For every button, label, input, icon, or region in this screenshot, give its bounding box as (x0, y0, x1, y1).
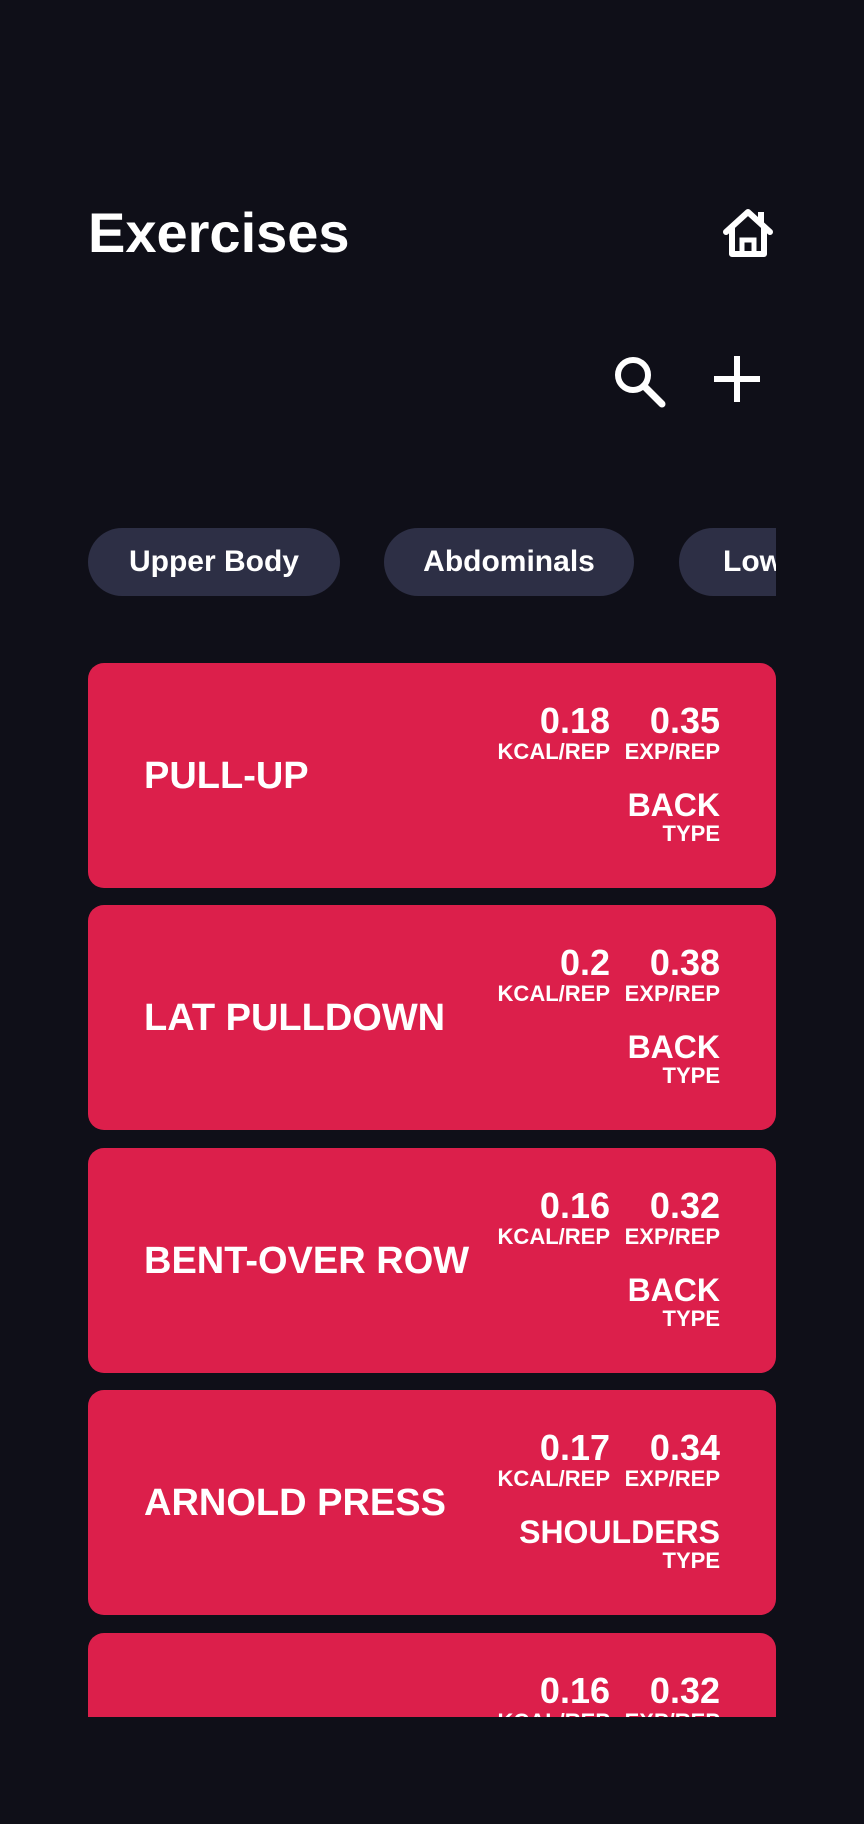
type-label: TYPE (662, 1063, 720, 1088)
exp-label: EXP/REP (624, 739, 720, 764)
type-stat: BACK TYPE (628, 1272, 720, 1330)
kcal-label: KCAL/REP (497, 739, 610, 764)
exercise-list: PULL-UP 0.18 KCAL/REP 0.35 EXP/REP BACK … (88, 663, 776, 1717)
exp-stat: 0.35 EXP/REP (625, 701, 720, 763)
exp-label: EXP/REP (624, 1466, 720, 1491)
kcal-label: KCAL/REP (497, 1224, 610, 1249)
kcal-label: KCAL/REP (497, 981, 610, 1006)
kcal-stat: 0.17 KCAL/REP (498, 1428, 610, 1490)
plus-icon[interactable] (712, 354, 762, 404)
kcal-label: KCAL/REP (498, 1711, 610, 1718)
chip-upper-body[interactable]: Upper Body (88, 528, 340, 596)
page-title: Exercises (88, 201, 350, 264)
exercise-card[interactable]: LAT PULLDOWN 0.2 KCAL/REP 0.38 EXP/REP B… (88, 905, 776, 1130)
kcal-stat: 0.16 KCAL/REP (498, 1670, 610, 1718)
kcal-stat: 0.2 KCAL/REP (498, 943, 610, 1005)
exp-stat: 0.34 EXP/REP (625, 1428, 720, 1490)
type-label: TYPE (662, 821, 720, 846)
kcal-value: 0.16 (539, 1670, 610, 1711)
kcal-label: KCAL/REP (497, 1466, 610, 1491)
type-stat: BACK TYPE (628, 1029, 720, 1087)
exp-label: EXP/REP (625, 1711, 720, 1718)
exp-value: 0.34 (649, 1427, 720, 1468)
type-label: TYPE (662, 1306, 720, 1331)
type-stat: BACK TYPE (628, 787, 720, 845)
exp-value: 0.32 (649, 1670, 720, 1711)
exercise-name: ARNOLD PRESS (144, 1481, 446, 1524)
exp-label: EXP/REP (624, 1224, 720, 1249)
chip-lower-body[interactable]: Low (679, 528, 776, 596)
type-stat: SHOULDERS TYPE (519, 1514, 720, 1572)
exercise-name: BENT-OVER ROW (144, 1239, 470, 1282)
exp-stat: 0.32 EXP/REP (625, 1670, 720, 1718)
search-icon[interactable] (612, 354, 666, 408)
kcal-stat: 0.16 KCAL/REP (498, 1186, 610, 1248)
exercise-name (144, 1633, 474, 1717)
exp-stat: 0.38 EXP/REP (625, 943, 720, 1005)
exp-stat: 0.32 EXP/REP (625, 1186, 720, 1248)
exp-value: 0.35 (649, 700, 720, 741)
type-value: BACK (627, 1272, 720, 1308)
exercise-card[interactable]: BENT-OVER ROW 0.16 KCAL/REP 0.32 EXP/REP… (88, 1148, 776, 1373)
kcal-value: 0.2 (559, 942, 610, 983)
exercise-name: PULL-UP (144, 754, 309, 797)
exercise-card[interactable]: 0.16 KCAL/REP 0.32 EXP/REP (88, 1633, 776, 1717)
kcal-value: 0.16 (539, 1185, 610, 1226)
exp-value: 0.38 (649, 942, 720, 983)
kcal-value: 0.17 (539, 1427, 610, 1468)
exp-value: 0.32 (649, 1185, 720, 1226)
type-value: SHOULDERS (519, 1514, 720, 1550)
chip-abdominals[interactable]: Abdominals (384, 528, 634, 596)
exp-label: EXP/REP (624, 981, 720, 1006)
filter-chips: Upper Body Abdominals Low (88, 528, 776, 596)
exercise-name: LAT PULLDOWN (144, 996, 446, 1039)
kcal-value: 0.18 (539, 700, 610, 741)
home-icon[interactable] (720, 206, 776, 258)
type-value: BACK (627, 787, 720, 823)
type-label: TYPE (662, 1548, 720, 1573)
type-value: BACK (627, 1029, 720, 1065)
exercise-card[interactable]: PULL-UP 0.18 KCAL/REP 0.35 EXP/REP BACK … (88, 663, 776, 888)
exercise-card[interactable]: ARNOLD PRESS 0.17 KCAL/REP 0.34 EXP/REP … (88, 1390, 776, 1615)
kcal-stat: 0.18 KCAL/REP (498, 701, 610, 763)
